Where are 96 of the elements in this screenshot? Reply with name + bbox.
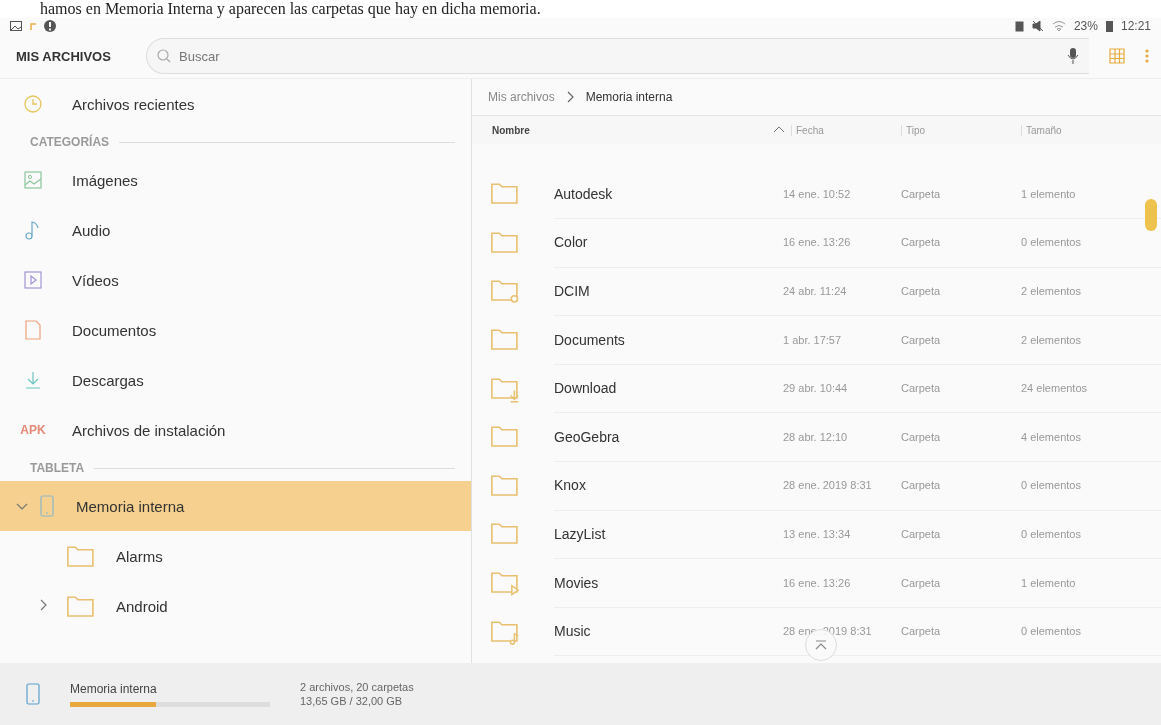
file-type: Carpeta: [901, 333, 941, 346]
sidebar-item[interactable]: Audio: [0, 205, 471, 255]
file-name: Music: [554, 623, 591, 640]
file-type: Carpeta: [901, 187, 941, 200]
file-type: Carpeta: [901, 479, 941, 492]
section-heading: TABLETA: [30, 461, 85, 475]
battery-percent: 23%: [1073, 19, 1098, 33]
tree-item[interactable]: Alarms: [0, 531, 471, 581]
storage-name: Memoria interna: [70, 681, 158, 696]
download-icon: [25, 370, 41, 390]
music-note-icon: [25, 220, 41, 240]
microphone-icon[interactable]: [1067, 47, 1079, 65]
file-row[interactable]: Movies 16 ene. 13:26 Carpeta 1 elemento: [472, 558, 1161, 608]
file-date: 28 abr. 12:10: [783, 430, 848, 443]
file-type: Carpeta: [901, 236, 941, 249]
file-size: 0 elementos: [1021, 479, 1081, 492]
file-type: Carpeta: [901, 285, 941, 297]
sidebar-item[interactable]: Descargas: [0, 355, 471, 405]
storage-files: 2 archivos, 20 carpetas: [300, 681, 414, 693]
apk-label: APK: [20, 423, 46, 437]
clock-icon: [24, 95, 42, 113]
file-date: 28 ene. 2019 8:31: [783, 625, 872, 638]
chevron-right-icon: [566, 91, 574, 103]
file-size: 24 elementos: [1021, 382, 1088, 395]
scroll-top-icon: [815, 640, 827, 650]
file-size: 4 elementos: [1021, 430, 1081, 443]
file-row[interactable]: DCIM 24 abr. 11:24 Carpeta 2 elementos: [472, 267, 1161, 316]
file-date: 16 ene. 13:26: [783, 236, 851, 249]
sidebar-item[interactable]: Archivos recientes: [0, 79, 471, 129]
file-date: 28 ene. 2019 8:31: [783, 479, 872, 492]
search-icon: [157, 49, 171, 63]
file-name: Color: [554, 234, 588, 251]
section-heading: CATEGORÍAS: [30, 135, 110, 149]
battery-icon: [1105, 20, 1113, 32]
file-type: Carpeta: [901, 576, 941, 589]
scroll-handle[interactable]: [1145, 199, 1157, 231]
search-bar[interactable]: Buscar: [146, 38, 1089, 74]
file-name: Knox: [554, 477, 586, 494]
file-name: Documents: [554, 331, 625, 348]
tablet-icon: [26, 683, 40, 705]
caption-text: hamos en Memoria Interna y aparecen las carpetas que hay en dicha memoria.: [39, 0, 542, 18]
tree-item[interactable]: Memoria interna: [0, 481, 471, 531]
sidebar-item[interactable]: APK Archivos de instalación: [0, 405, 471, 455]
file-row[interactable]: Download 29 abr. 10:44 Carpeta 24 elementos: [472, 364, 1161, 413]
document-icon: [25, 320, 41, 340]
breadcrumb-item: Memoria interna: [585, 90, 673, 104]
file-size: 2 elementos: [1021, 333, 1081, 346]
file-row[interactable]: Documents 1 abr. 17:57 Carpeta 2 elementos: [472, 315, 1161, 365]
wifi-icon: [1051, 20, 1066, 32]
sidebar-item[interactable]: Vídeos: [0, 255, 471, 305]
storage-usage: 13,65 GB / 32,00 GB: [300, 695, 404, 707]
search-field[interactable]: Buscar: [177, 47, 1061, 65]
file-row[interactable]: LazyList 13 ene. 13:34 Carpeta 0 elementos: [472, 510, 1161, 559]
file-row[interactable]: GeoGebra 28 abr. 12:10 Carpeta 4 elementos: [472, 412, 1161, 462]
file-size: 0 elementos: [1021, 527, 1081, 540]
file-size: 0 elementos: [1021, 625, 1081, 638]
file-type: Carpeta: [901, 382, 941, 395]
file-type: Carpeta: [901, 430, 941, 443]
notification-icon: [30, 22, 36, 30]
file-date: 13 ene. 13:34: [783, 527, 851, 540]
file-name: Download: [554, 380, 617, 397]
file-name: Movies: [554, 574, 599, 591]
file-size: 1 elemento: [1021, 576, 1076, 589]
file-size: 1 elemento: [1021, 187, 1076, 200]
clock-time: 12:21: [1120, 19, 1151, 33]
file-size: 0 elementos: [1021, 236, 1081, 249]
app-title: MIS ARCHIVOS: [16, 48, 112, 64]
file-type: Carpeta: [901, 625, 941, 638]
file-date: 1 abr. 17:57: [783, 333, 842, 346]
mute-icon: [1031, 20, 1044, 32]
breadcrumb-link[interactable]: Mis archivos: [488, 90, 555, 104]
tree-item[interactable]: Android: [0, 581, 471, 631]
grid-view-icon[interactable]: [1109, 48, 1125, 64]
sort-up-icon: [773, 124, 785, 133]
tablet-icon: [40, 495, 54, 517]
file-name: Autodesk: [554, 185, 613, 202]
file-type: Carpeta: [901, 527, 941, 540]
chevron-right-icon: [40, 599, 48, 611]
chevron-down-icon: [16, 503, 28, 511]
video-icon: [24, 271, 42, 289]
image-icon: [24, 171, 42, 189]
column-header[interactable]: Nombre: [488, 124, 791, 136]
file-name: DCIM: [554, 283, 590, 299]
battery-saver-icon: [1014, 20, 1024, 32]
file-size: 2 elementos: [1021, 285, 1081, 297]
file-date: 29 abr. 10:44: [783, 382, 848, 395]
file-row[interactable]: Knox 28 ene. 2019 8:31 Carpeta 0 elementos: [472, 461, 1161, 511]
gallery-icon: [10, 21, 22, 31]
file-date: 24 abr. 11:24: [783, 285, 847, 297]
sidebar-item[interactable]: Imágenes: [0, 155, 471, 205]
more-options-icon[interactable]: [1145, 48, 1149, 64]
file-date: 16 ene. 13:26: [783, 576, 851, 589]
file-date: 14 ene. 10:52: [783, 187, 851, 200]
sidebar-item[interactable]: Documentos: [0, 305, 471, 355]
file-name: GeoGebra: [554, 428, 620, 445]
file-name: LazyList: [554, 525, 606, 542]
